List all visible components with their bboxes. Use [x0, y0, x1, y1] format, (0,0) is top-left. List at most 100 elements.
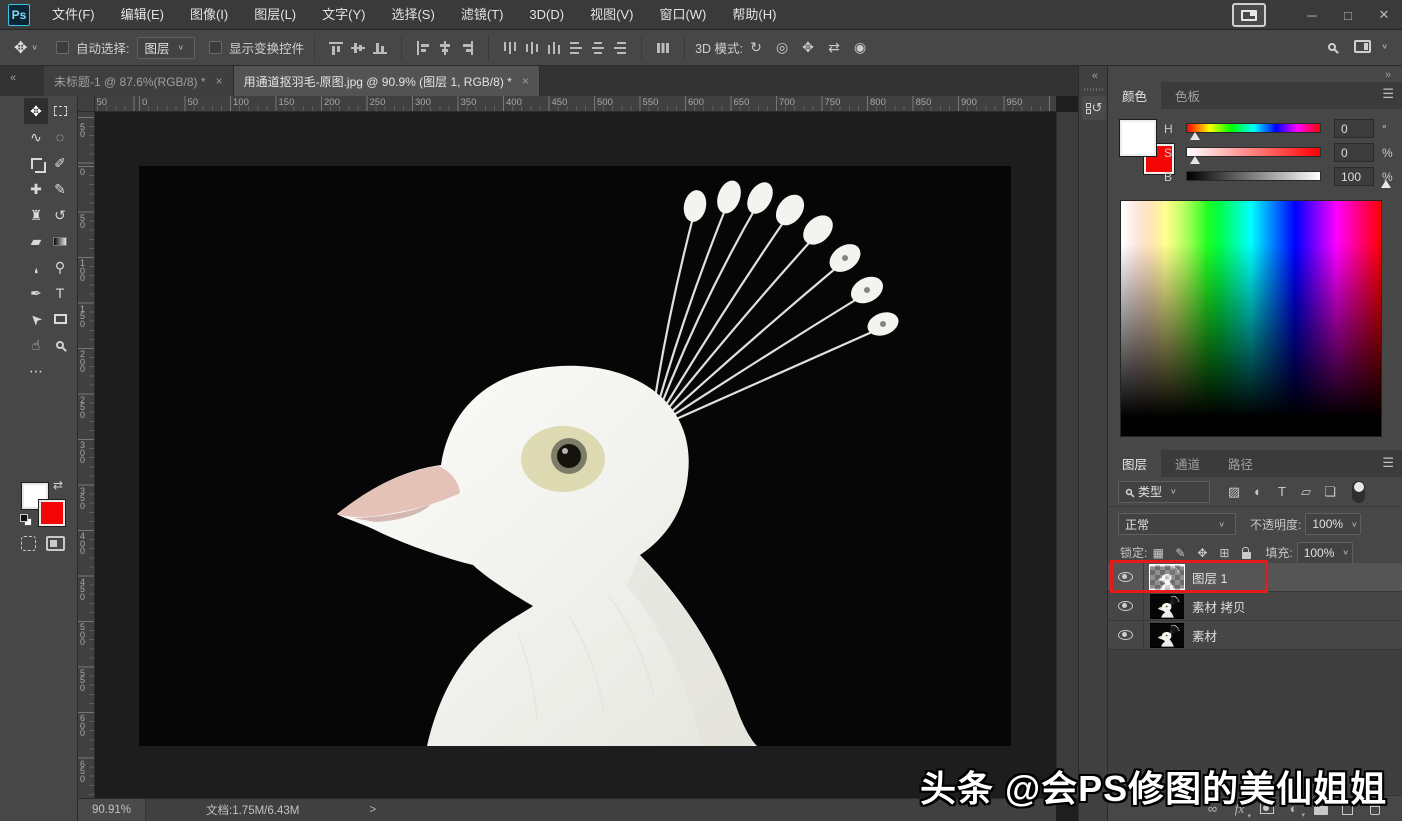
lock-transparent-pixels-icon[interactable]: ▦: [1147, 546, 1169, 560]
eraser-tool[interactable]: ▰: [24, 228, 48, 254]
maximize-button[interactable]: □: [1330, 0, 1366, 30]
status-chevron-icon[interactable]: >: [369, 804, 376, 816]
layer-row-1[interactable]: 素材 拷贝: [1108, 592, 1402, 621]
menu-item-10[interactable]: 帮助(H): [719, 7, 789, 22]
document-tab-1[interactable]: 用通道抠羽毛-原图.jpg @ 90.9% (图层 1, RGB/8) *×: [234, 66, 540, 96]
layer-filter-toggle[interactable]: [1352, 481, 1365, 503]
color-spectrum-picker[interactable]: [1120, 200, 1382, 437]
slider-thumb-icon[interactable]: [1190, 132, 1200, 140]
menu-item-0[interactable]: 文件(F): [39, 7, 108, 22]
lock-all-icon[interactable]: [1235, 547, 1257, 559]
fill-dropdown[interactable]: 100% ∨: [1297, 542, 1353, 564]
eyedropper-tool[interactable]: ✐: [48, 150, 72, 176]
screen-mode-button[interactable]: [46, 536, 65, 551]
color-panel-menu-icon[interactable]: ☰: [1382, 86, 1394, 102]
tab-close-icon[interactable]: ×: [216, 74, 223, 88]
slider-track-H[interactable]: [1186, 123, 1321, 133]
lasso-tool[interactable]: ∿: [24, 124, 48, 150]
distribute-horizontal-centers-icon[interactable]: [587, 39, 609, 57]
auto-select-target-dropdown[interactable]: 图层 ∨: [137, 37, 195, 59]
layers-panel-tab-2[interactable]: 路径: [1214, 450, 1267, 477]
rectangle-tool[interactable]: [48, 306, 72, 332]
slider-value-field[interactable]: 0: [1334, 119, 1374, 138]
slider-value-field[interactable]: 0: [1334, 143, 1374, 162]
vertical-ruler[interactable]: 5 005 01 0 01 5 02 0 02 5 03 0 03 5 04 0…: [78, 112, 95, 798]
type-tool[interactable]: T: [48, 280, 72, 306]
expand-panels-chevron-icon[interactable]: «: [1084, 68, 1105, 82]
3d-roll-icon[interactable]: ◎: [769, 39, 795, 56]
menu-item-4[interactable]: 文字(Y): [309, 7, 378, 22]
dodge-tool[interactable]: ⚲: [48, 254, 72, 280]
menu-item-7[interactable]: 3D(D): [516, 7, 577, 22]
vertical-scrollbar[interactable]: [1056, 112, 1078, 798]
distribute-top-edges-icon[interactable]: [499, 39, 521, 57]
pixel-layer-filter-icon[interactable]: ▨: [1222, 484, 1246, 500]
distribute-left-edges-icon[interactable]: [565, 39, 587, 57]
layer-filter-type-dropdown[interactable]: 类型 ∨: [1118, 481, 1210, 503]
edit-toolbar[interactable]: ⋯: [24, 358, 48, 384]
hand-tool[interactable]: ☝: [24, 332, 48, 358]
spot-healing-tool[interactable]: ✚: [24, 176, 48, 202]
quick-mask-button[interactable]: [21, 536, 36, 551]
ruler-corner[interactable]: [78, 96, 95, 112]
distribute-spacing-icon[interactable]: [652, 39, 674, 57]
layers-panel-tab-0[interactable]: 图层: [1108, 450, 1161, 477]
quick-selection-tool[interactable]: ◌: [48, 124, 72, 150]
history-panel-button[interactable]: ↺: [1082, 96, 1106, 120]
layer-thumbnail[interactable]: [1150, 594, 1184, 619]
slider-thumb-icon[interactable]: [1190, 156, 1200, 164]
clone-stamp-tool[interactable]: ♜: [24, 202, 48, 228]
opacity-dropdown[interactable]: 100% ∨: [1305, 513, 1361, 535]
collapse-panels-chevron-icon[interactable]: »: [1377, 67, 1398, 81]
distribute-bottom-edges-icon[interactable]: [543, 39, 565, 57]
3d-pan-icon[interactable]: ✥: [795, 39, 821, 56]
adjustment-layer-filter-icon[interactable]: ◐: [1246, 484, 1270, 499]
zoom-tool[interactable]: [48, 332, 72, 358]
menu-item-9[interactable]: 窗口(W): [646, 7, 719, 22]
background-color-swatch[interactable]: [39, 500, 65, 526]
color-panel-tab-1[interactable]: 色板: [1161, 82, 1214, 109]
align-left-edges-icon[interactable]: [412, 39, 434, 57]
lock-artboard-icon[interactable]: ⊞: [1213, 546, 1235, 560]
shape-layer-filter-icon[interactable]: ▱: [1294, 484, 1318, 500]
blur-tool[interactable]: ❜: [24, 254, 48, 280]
3d-orbit-icon[interactable]: ↻: [743, 39, 769, 56]
close-button[interactable]: ✕: [1366, 0, 1402, 30]
document-tab-0[interactable]: 未标题-1 @ 87.6%(RGB/8) *×: [44, 66, 234, 96]
align-bottom-edges-icon[interactable]: [369, 39, 391, 57]
layer-thumbnail[interactable]: [1150, 623, 1184, 648]
marquee-tool[interactable]: [48, 98, 72, 124]
align-vertical-centers-icon[interactable]: [347, 39, 369, 57]
3d-slide-icon[interactable]: ⇄: [821, 39, 847, 56]
menu-item-1[interactable]: 编辑(E): [108, 7, 177, 22]
lock-image-pixels-icon[interactable]: ✎: [1169, 546, 1191, 560]
menu-item-6[interactable]: 滤镜(T): [448, 7, 517, 22]
color-panel-tab-0[interactable]: 颜色: [1108, 82, 1161, 109]
blend-mode-dropdown[interactable]: 正常 ∨: [1118, 513, 1236, 535]
tool-preset-caret-icon[interactable]: ∨: [31, 43, 38, 52]
align-top-edges-icon[interactable]: [325, 39, 347, 57]
move-tool[interactable]: ✥: [24, 98, 48, 124]
layers-panel-menu-icon[interactable]: ☰: [1382, 455, 1394, 471]
pen-tool[interactable]: ✒: [24, 280, 48, 306]
layer-visibility-cell[interactable]: [1108, 592, 1144, 621]
foreground-color-swatch[interactable]: [1120, 120, 1156, 156]
canvas-image-peacock[interactable]: [139, 166, 1011, 746]
menu-item-5[interactable]: 选择(S): [378, 7, 447, 22]
show-transform-checkbox[interactable]: [209, 41, 222, 54]
horizontal-ruler[interactable]: 5005010015020025030035040045050055060065…: [95, 96, 1056, 112]
collapse-toolbar-chevron-icon[interactable]: «: [2, 70, 23, 84]
brush-tool[interactable]: ✎: [48, 176, 72, 202]
lock-position-icon[interactable]: ✥: [1191, 546, 1213, 560]
zoom-level-field[interactable]: 90.91%: [78, 799, 146, 821]
search-icon[interactable]: [1328, 43, 1336, 51]
path-selection-tool[interactable]: ➤: [24, 306, 48, 332]
auto-select-checkbox[interactable]: [56, 41, 69, 54]
history-brush-tool[interactable]: ↺: [48, 202, 72, 228]
align-horizontal-centers-icon[interactable]: [434, 39, 456, 57]
menu-item-3[interactable]: 图层(L): [241, 7, 309, 22]
default-colors-icon[interactable]: [20, 514, 32, 526]
align-right-edges-icon[interactable]: [456, 39, 478, 57]
smart-object-filter-icon[interactable]: ❏: [1318, 484, 1342, 500]
distribute-right-edges-icon[interactable]: [609, 39, 631, 57]
